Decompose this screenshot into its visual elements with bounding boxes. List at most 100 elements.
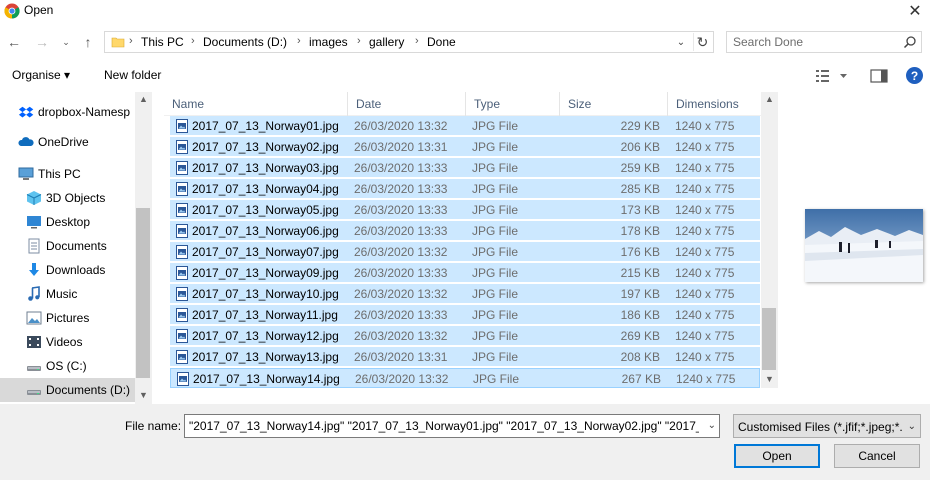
scroll-down-icon[interactable]: ▼ xyxy=(761,374,778,384)
nav-item-documents-d[interactable]: Documents (D:) xyxy=(0,378,135,402)
file-type: JPG File xyxy=(472,161,519,175)
refresh-button[interactable]: ↻ xyxy=(693,33,711,51)
file-name: 2017_07_13_Norway11.jpg xyxy=(192,308,338,322)
organise-button[interactable]: Organise ▾ xyxy=(12,68,70,82)
chevron-down-icon[interactable]: ⌄ xyxy=(708,420,716,431)
file-type-value: Customised Files (*.jfif;*.jpeg;*. xyxy=(738,420,902,434)
nav-item-downloads[interactable]: Downloads xyxy=(0,258,135,282)
file-dimensions: 1240 x 775 xyxy=(675,224,735,238)
file-type: JPG File xyxy=(472,203,519,217)
file-type-select[interactable]: Customised Files (*.jfif;*.jpeg;*. ⌄ xyxy=(733,414,921,438)
column-header-size[interactable]: Size xyxy=(560,92,668,116)
column-header-date[interactable]: Date xyxy=(348,92,466,116)
change-view-button[interactable] xyxy=(816,68,856,84)
nav-item-onedrive[interactable]: OneDrive xyxy=(0,130,135,154)
open-button[interactable]: Open xyxy=(734,444,820,468)
nav-item-documents[interactable]: Documents xyxy=(0,234,135,258)
column-header-name[interactable]: Name xyxy=(164,92,348,116)
file-dimensions: 1240 x 775 xyxy=(675,266,735,280)
arrow-left-icon: ← xyxy=(7,34,21,50)
file-date: 26/03/2020 13:33 xyxy=(354,308,448,322)
file-row[interactable]: 2017_07_13_Norway11.jpg 26/03/2020 13:33 J… xyxy=(170,305,760,325)
scroll-up-icon[interactable]: ▲ xyxy=(135,94,152,104)
search-input[interactable] xyxy=(733,35,893,49)
drive-icon xyxy=(26,358,42,374)
filename-combobox[interactable]: ⌄ xyxy=(184,414,720,438)
file-dimensions: 1240 x 775 xyxy=(675,308,735,322)
nav-item-this-pc[interactable]: This PC xyxy=(0,162,135,186)
file-row[interactable]: 2017_07_13_Norway03.jpg 26/03/2020 13:33 J… xyxy=(170,158,760,178)
recent-locations-button[interactable]: ⌄ xyxy=(56,32,76,52)
file-row[interactable]: 2017_07_13_Norway01.jpg 26/03/2020 13:32 J… xyxy=(170,116,760,136)
drive-icon xyxy=(26,382,42,398)
file-size: 259 KB xyxy=(620,161,660,175)
file-row[interactable]: 2017_07_13_Norway13.jpg 26/03/2020 13:31 J… xyxy=(170,347,760,367)
nav-item-videos[interactable]: Videos xyxy=(0,330,135,354)
chevron-down-icon: ⌄ xyxy=(676,36,686,48)
file-name: 2017_07_13_Norway13.jpg xyxy=(192,350,339,364)
image-file-icon xyxy=(176,203,188,217)
file-size: 267 KB xyxy=(621,372,661,386)
nav-item-label: Documents xyxy=(46,239,107,253)
nav-item-music[interactable]: Music xyxy=(0,282,135,306)
search-icon[interactable] xyxy=(903,35,917,49)
filename-input[interactable] xyxy=(189,419,699,433)
file-row[interactable]: 2017_07_13_Norway09.jpg 26/03/2020 13:33 J… xyxy=(170,263,760,283)
scroll-down-icon[interactable]: ▼ xyxy=(135,390,152,400)
cancel-button[interactable]: Cancel xyxy=(834,444,920,468)
file-list-scrollbar-thumb[interactable] xyxy=(762,308,776,370)
window-title: Open xyxy=(24,3,54,17)
file-dimensions: 1240 x 775 xyxy=(675,245,735,259)
preview-pane-button[interactable] xyxy=(870,68,888,84)
file-type: JPG File xyxy=(472,182,519,196)
file-row[interactable]: 2017_07_13_Norway14.jpg 26/03/2020 13:32 J… xyxy=(170,368,760,388)
file-row[interactable]: 2017_07_13_Norway10.jpg 26/03/2020 13:32 J… xyxy=(170,284,760,304)
nav-item-label: dropbox-Namesp xyxy=(38,105,131,119)
file-name: 2017_07_13_Norway05.jpg xyxy=(192,203,339,217)
cube-icon xyxy=(26,190,42,206)
breadcrumb-documents-d[interactable]: Documents (D:) xyxy=(203,35,287,49)
file-row[interactable]: 2017_07_13_Norway04.jpg 26/03/2020 13:33 J… xyxy=(170,179,760,199)
close-button[interactable]: ✕ xyxy=(900,0,930,22)
nav-item-desktop[interactable]: Desktop xyxy=(0,210,135,234)
nav-item-label: Music xyxy=(46,287,78,301)
scroll-up-icon[interactable]: ▲ xyxy=(761,94,778,104)
up-button[interactable]: ↑ xyxy=(78,32,98,52)
file-size: 215 KB xyxy=(620,266,660,280)
column-header-dimensions[interactable]: Dimensions xyxy=(668,92,761,116)
folder-icon xyxy=(111,37,125,48)
column-headers: ^ Name Date Type Size Dimensions xyxy=(164,92,761,116)
file-size: 186 KB xyxy=(620,308,660,322)
file-row[interactable]: 2017_07_13_Norway06.jpg 26/03/2020 13:33 J… xyxy=(170,221,760,241)
file-size: 208 KB xyxy=(620,350,660,364)
search-box[interactable] xyxy=(726,31,922,53)
nav-item-os-c[interactable]: OS (C:) xyxy=(0,354,135,378)
breadcrumb-done[interactable]: Done xyxy=(427,35,456,49)
file-dimensions: 1240 x 775 xyxy=(675,350,735,364)
breadcrumb-images[interactable]: images xyxy=(309,35,348,49)
breadcrumb-this-pc[interactable]: This PC xyxy=(141,35,184,49)
column-header-type[interactable]: Type xyxy=(466,92,560,116)
nav-scrollbar-thumb[interactable] xyxy=(136,208,150,378)
breadcrumb-gallery[interactable]: gallery xyxy=(369,35,404,49)
file-date: 26/03/2020 13:32 xyxy=(354,329,448,343)
file-date: 26/03/2020 13:32 xyxy=(355,372,449,386)
help-button[interactable]: ? xyxy=(906,67,923,84)
nav-item-pictures[interactable]: Pictures xyxy=(0,306,135,330)
chevron-down-icon: ⌄ xyxy=(62,36,70,47)
file-row[interactable]: 2017_07_13_Norway05.jpg 26/03/2020 13:33 J… xyxy=(170,200,760,220)
pictures-icon xyxy=(26,310,42,326)
new-folder-button[interactable]: New folder xyxy=(104,68,161,82)
file-row[interactable]: 2017_07_13_Norway07.jpg 26/03/2020 13:32 J… xyxy=(170,242,760,262)
refresh-icon: ↻ xyxy=(696,33,709,50)
address-dropdown-button[interactable]: ⌄ xyxy=(673,34,689,50)
chrome-app-icon xyxy=(4,3,20,19)
file-row[interactable]: 2017_07_13_Norway12.jpg 26/03/2020 13:32 J… xyxy=(170,326,760,346)
address-bar[interactable]: › This PC › Documents (D:) › images › ga… xyxy=(104,31,714,53)
back-button[interactable]: ← xyxy=(4,32,24,52)
nav-item-3d-objects[interactable]: 3D Objects xyxy=(0,186,135,210)
nav-item-dropbox-namesp[interactable]: dropbox-Namesp xyxy=(0,100,135,124)
forward-button[interactable]: → xyxy=(32,32,52,52)
file-row[interactable]: 2017_07_13_Norway02.jpg 26/03/2020 13:31 J… xyxy=(170,137,760,157)
file-name: 2017_07_13_Norway12.jpg xyxy=(192,329,339,343)
